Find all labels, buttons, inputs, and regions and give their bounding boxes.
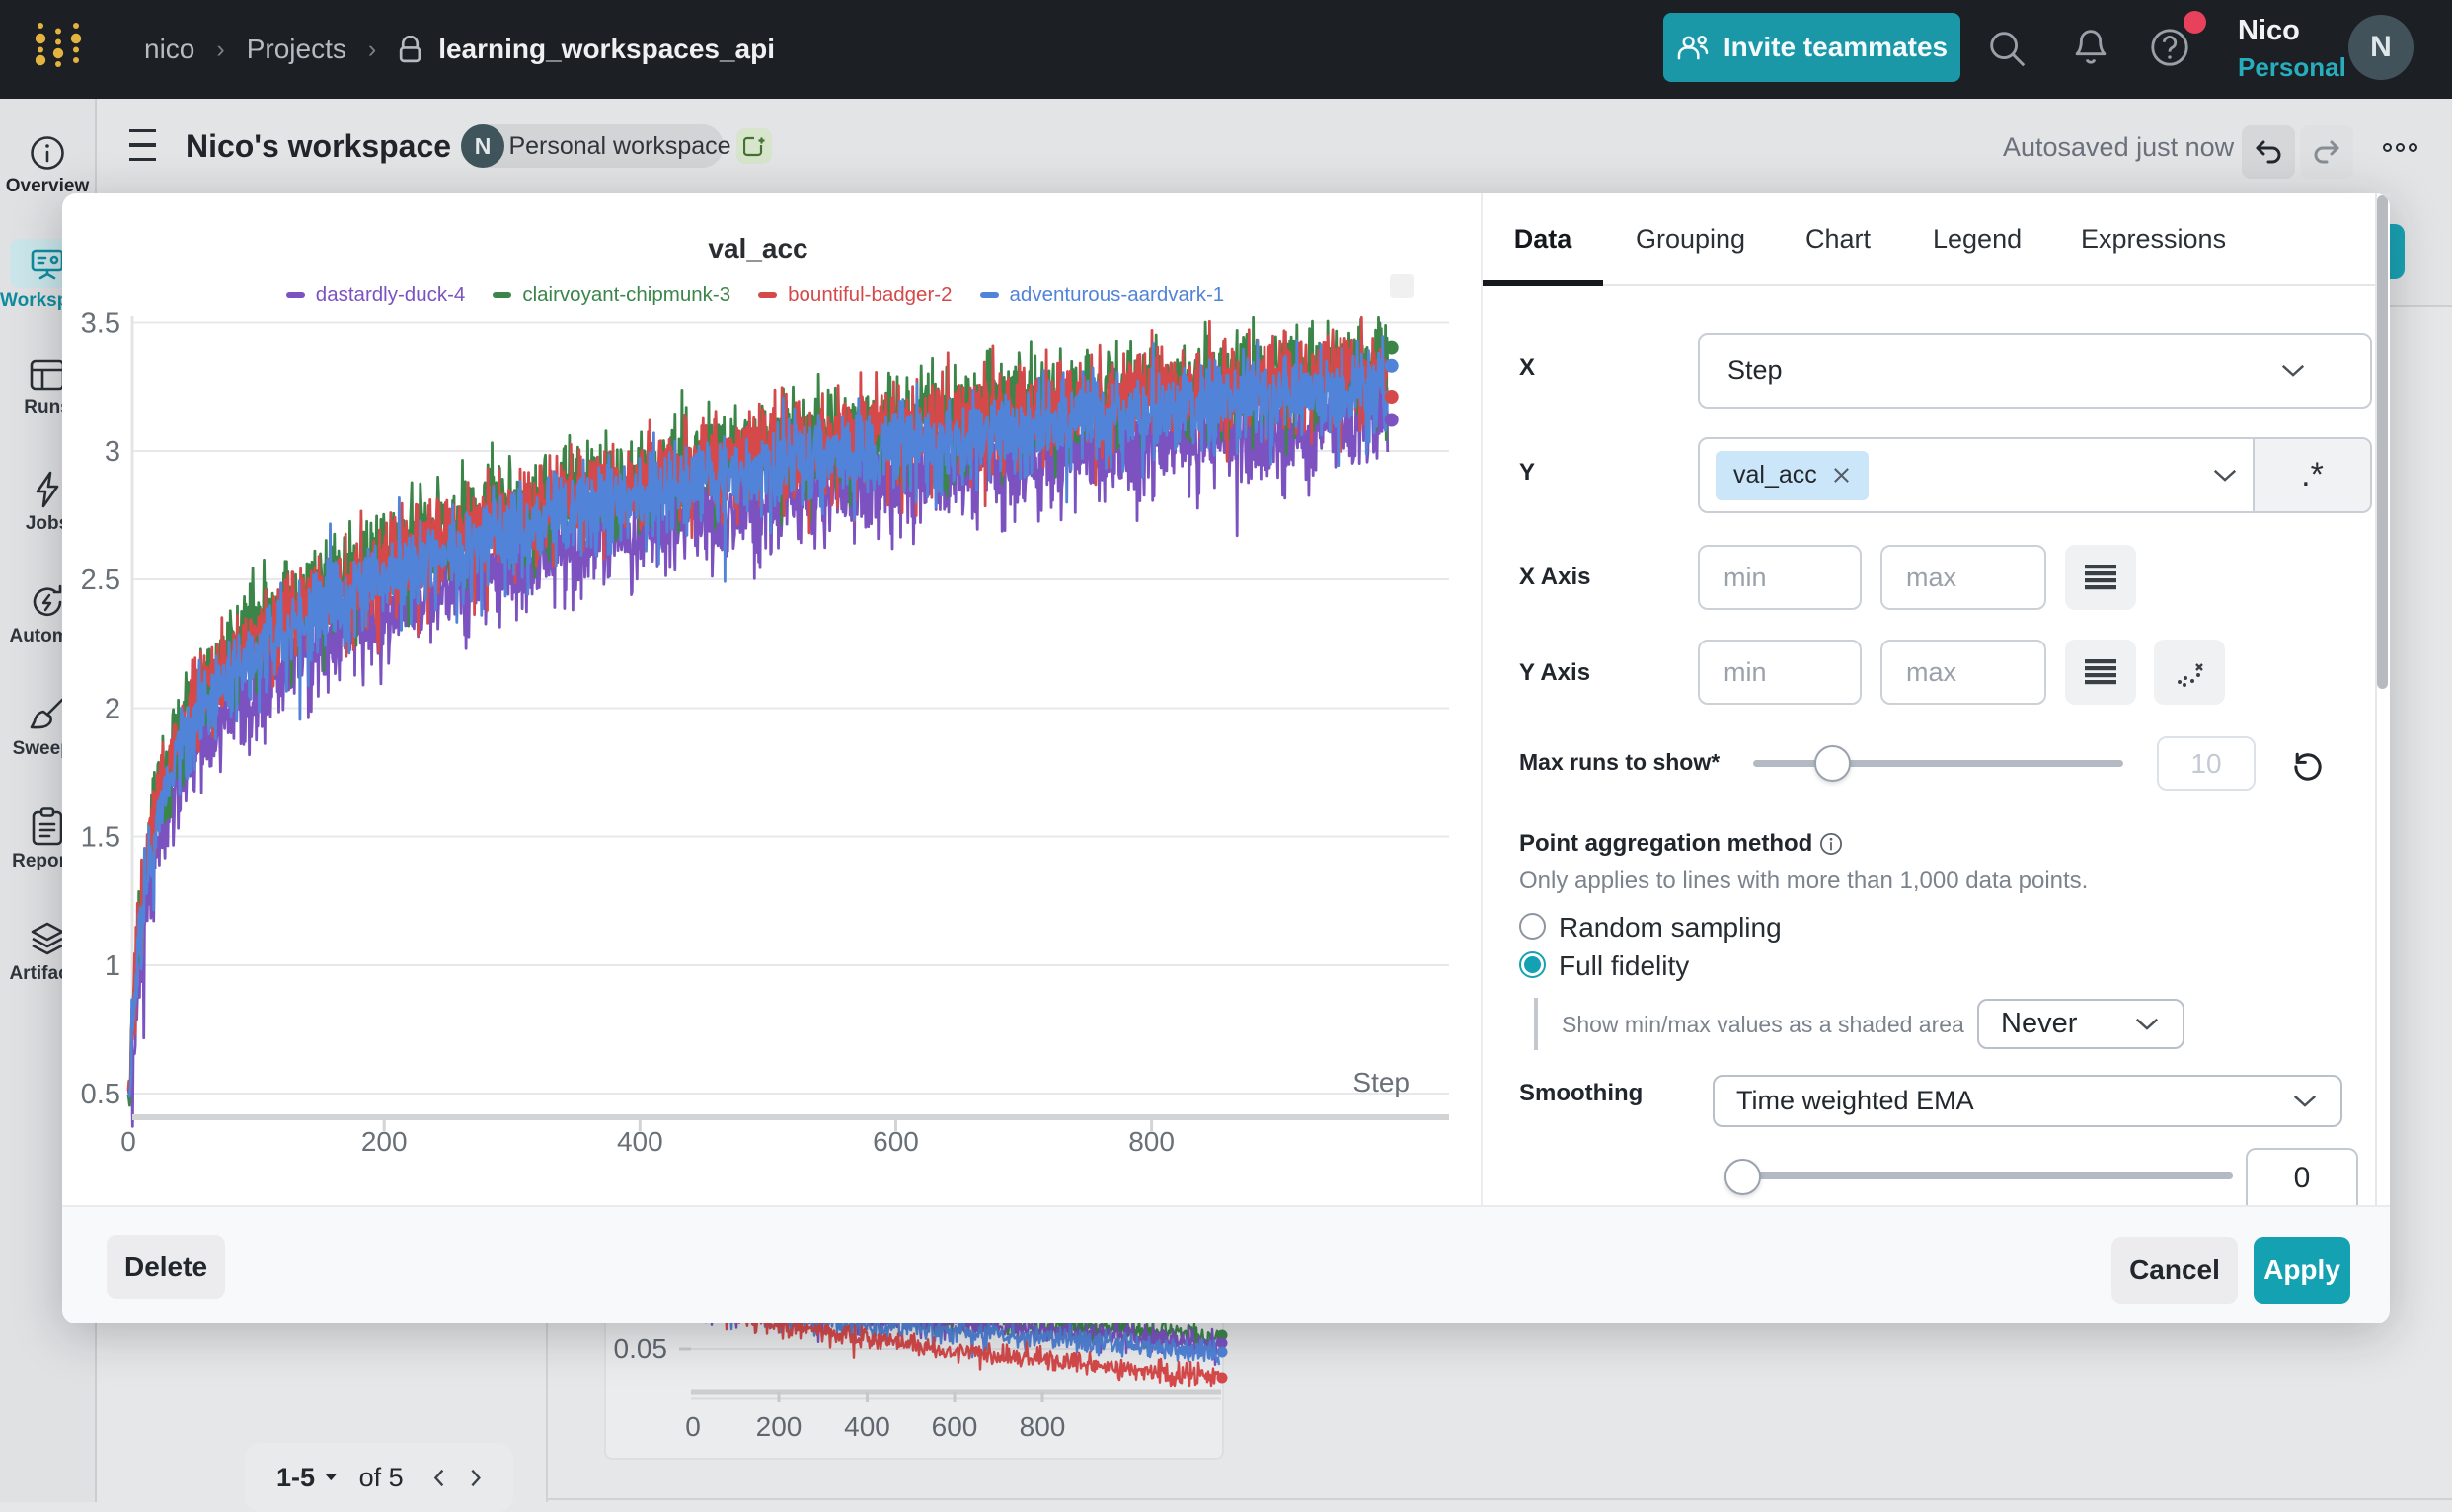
svg-text:200: 200 (756, 1411, 803, 1442)
svg-text:800: 800 (1020, 1411, 1066, 1442)
svg-text:0.05: 0.05 (614, 1333, 668, 1364)
svg-text:600: 600 (932, 1411, 978, 1442)
svg-text:400: 400 (844, 1411, 890, 1442)
svg-text:0: 0 (685, 1411, 701, 1442)
